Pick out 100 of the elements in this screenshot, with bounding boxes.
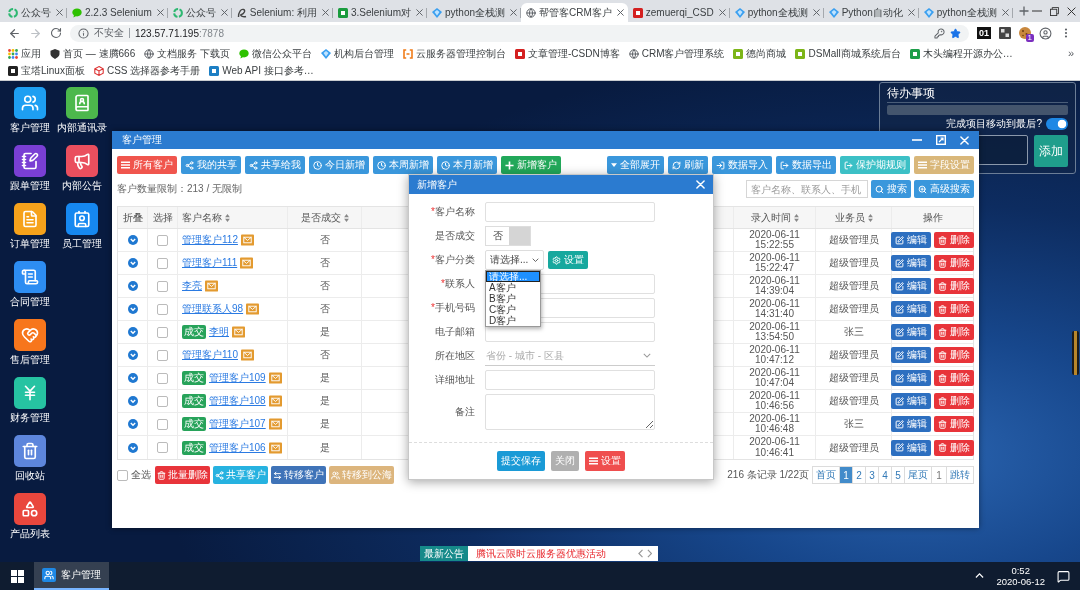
refresh-button[interactable]: 刷新 xyxy=(668,156,708,174)
start-icon[interactable] xyxy=(10,569,24,583)
jump-input[interactable]: 1 xyxy=(931,466,947,484)
dropdown-option[interactable]: C客户 xyxy=(486,304,540,315)
browser-tab[interactable]: Python自动化 xyxy=(823,3,919,22)
dropdown-option[interactable]: 请选择... xyxy=(486,271,540,282)
mail-icon[interactable] xyxy=(240,257,254,269)
taskbar-app-button[interactable]: 客户管理 xyxy=(34,562,109,590)
customer-link[interactable]: 管理客户108 xyxy=(209,394,266,408)
expand-icon[interactable] xyxy=(127,350,138,360)
customer-link[interactable]: 管理客户107 xyxy=(209,417,266,431)
edit-button[interactable]: 编辑 xyxy=(891,347,931,363)
page-button[interactable]: 1 xyxy=(839,466,853,484)
edit-button[interactable]: 编辑 xyxy=(891,278,931,294)
bookmark[interactable]: 文章管理-CSDN博客 xyxy=(515,45,620,62)
customer-link[interactable]: 管理联系人98 xyxy=(182,302,244,316)
chevron-left-icon[interactable] xyxy=(638,549,644,558)
customer-link[interactable]: 李明 xyxy=(209,325,229,339)
expand-icon[interactable] xyxy=(127,235,138,245)
row-checkbox[interactable] xyxy=(157,372,168,384)
bookmark[interactable]: Web API 接口参考… xyxy=(209,62,314,79)
row-checkbox[interactable] xyxy=(157,418,168,430)
customer-link[interactable]: 管理客户110 xyxy=(182,348,238,362)
close-icon[interactable] xyxy=(56,9,63,16)
select-all-checkbox[interactable] xyxy=(117,469,128,481)
bulk-delete-button[interactable]: 批量删除 xyxy=(155,466,210,484)
desktop-shortcut[interactable]: 内部通讯录 xyxy=(56,87,108,134)
transfer-customer-button[interactable]: 转移客户 xyxy=(271,466,326,484)
close-icon[interactable] xyxy=(812,9,820,16)
mail-icon[interactable] xyxy=(240,234,254,246)
row-checkbox[interactable] xyxy=(157,234,168,246)
edit-button[interactable]: 编辑 xyxy=(891,439,931,456)
expand-icon[interactable] xyxy=(127,419,138,429)
browser-tab[interactable]: python全栈测 xyxy=(427,3,522,22)
browser-tab[interactable]: python全栈测 xyxy=(918,3,1013,22)
chevron-right-icon[interactable] xyxy=(646,549,652,558)
browser-tab[interactable]: 3.Selenium对 xyxy=(332,3,427,22)
textarea-field[interactable] xyxy=(485,394,655,430)
deal-switch[interactable]: 否 xyxy=(485,226,531,246)
bookmark[interactable]: 微信公众平台 xyxy=(239,45,313,62)
customer-link[interactable]: 管理客户112 xyxy=(182,233,238,247)
minimize-icon[interactable] xyxy=(1032,10,1043,12)
input-field[interactable] xyxy=(485,370,655,390)
page-button[interactable]: 4 xyxy=(878,466,892,484)
settings-button[interactable]: 设置 xyxy=(585,451,625,471)
expand-icon[interactable] xyxy=(127,304,138,314)
close-icon[interactable] xyxy=(416,9,423,16)
info-icon[interactable] xyxy=(78,27,89,39)
edit-button[interactable]: 编辑 xyxy=(891,255,931,271)
toggle-switch[interactable] xyxy=(1046,117,1068,130)
row-checkbox[interactable] xyxy=(157,395,168,407)
desktop-shortcut[interactable]: 财务管理 xyxy=(4,377,56,424)
browser-tab[interactable]: 2.2.3 Selenium xyxy=(67,3,168,22)
filter-button[interactable]: 我的共享 xyxy=(181,156,241,174)
filter-button[interactable]: 所有客户 xyxy=(117,156,177,174)
desktop-shortcut[interactable]: 员工管理 xyxy=(56,203,108,250)
extension-button[interactable]: 01 xyxy=(977,27,991,39)
delete-button[interactable]: 删除 xyxy=(934,370,974,386)
add-button[interactable]: 添加 xyxy=(1034,135,1068,167)
browser-tab[interactable]: 公众号 xyxy=(167,3,232,22)
bookmark[interactable]: 木头编程开源办公… xyxy=(909,45,1013,62)
page-button[interactable]: 2 xyxy=(852,466,866,484)
desktop-shortcut[interactable]: 合同管理 xyxy=(4,261,56,308)
bookmark[interactable]: 应用 xyxy=(8,45,41,62)
profile-icon[interactable] xyxy=(1039,26,1052,40)
expand-icon[interactable] xyxy=(127,373,138,383)
search-button[interactable]: 搜索 xyxy=(871,180,911,198)
delete-button[interactable]: 删除 xyxy=(934,255,974,271)
delete-button[interactable]: 删除 xyxy=(934,301,974,317)
delete-button[interactable]: 删除 xyxy=(934,324,974,340)
desktop-shortcut[interactable]: 内部公告 xyxy=(56,145,108,192)
expand-icon[interactable] xyxy=(127,396,138,406)
close-icon[interactable] xyxy=(321,9,329,16)
back-icon[interactable] xyxy=(8,26,21,40)
delete-button[interactable]: 删除 xyxy=(934,416,974,432)
customer-link[interactable]: 管理客户109 xyxy=(209,371,266,385)
bookmark[interactable]: CRM客户管理系统 xyxy=(628,45,725,62)
restore-icon[interactable] xyxy=(1049,6,1059,16)
row-checkbox[interactable] xyxy=(157,349,168,361)
filter-button[interactable]: 本周新增 xyxy=(373,156,433,174)
bookmark[interactable]: 文档服务 下载页 xyxy=(144,45,231,62)
last-page-button[interactable]: 尾页 xyxy=(904,466,932,484)
bookmark[interactable]: DSMall商城系统后台 xyxy=(795,45,901,62)
more-bookmarks[interactable]: » xyxy=(1067,45,1074,62)
new-tab-icon[interactable] xyxy=(1018,6,1029,16)
row-checkbox[interactable] xyxy=(157,442,168,453)
desktop-shortcut[interactable]: 回收站 xyxy=(4,435,56,482)
close-icon[interactable] xyxy=(1001,9,1009,16)
delete-button[interactable]: 删除 xyxy=(934,232,974,248)
edit-button[interactable]: 编辑 xyxy=(891,232,931,248)
browser-tab[interactable]: python全栈测 xyxy=(729,3,824,22)
edit-button[interactable]: 编辑 xyxy=(891,393,931,409)
expand-all-button[interactable]: 全部展开 xyxy=(607,156,664,174)
mail-icon[interactable] xyxy=(246,303,260,315)
expand-icon[interactable] xyxy=(127,442,138,453)
star-icon[interactable] xyxy=(950,27,961,39)
chevron-up-icon[interactable] xyxy=(975,573,985,579)
notification-icon[interactable] xyxy=(1057,569,1070,583)
browser-tab[interactable]: Selenium: 利用 xyxy=(231,3,333,22)
desktop-shortcut[interactable]: 订单管理 xyxy=(4,203,56,250)
